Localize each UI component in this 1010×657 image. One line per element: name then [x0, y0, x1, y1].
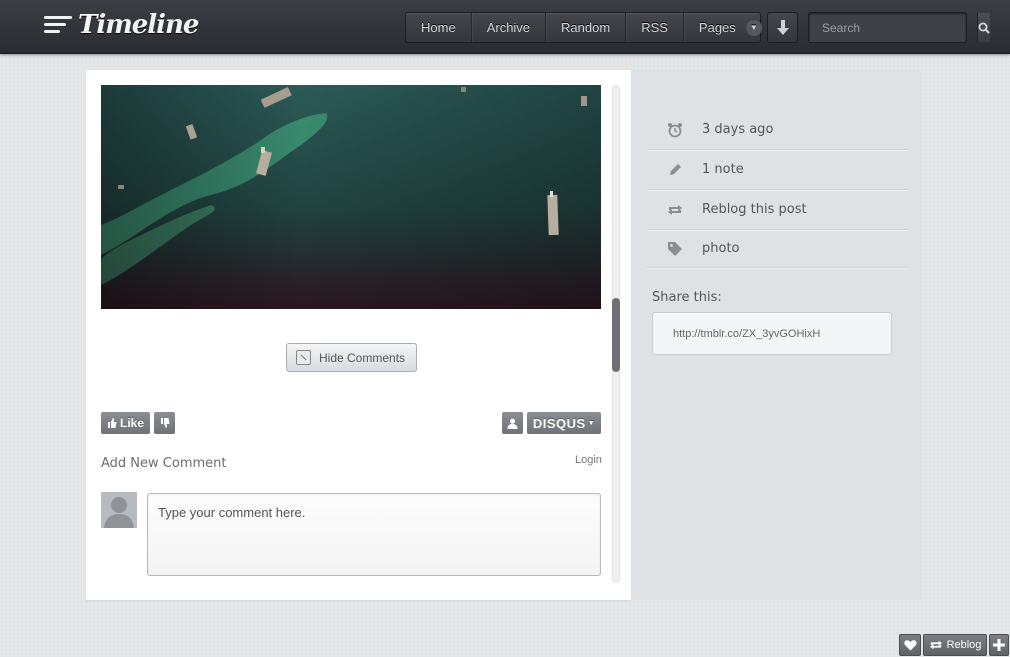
- caret-down-icon: ▼: [587, 419, 596, 427]
- tag-icon: [647, 241, 702, 257]
- nav-pages-label: Pages: [698, 20, 736, 35]
- pencil-icon: [647, 162, 702, 178]
- nav-random[interactable]: Random: [546, 13, 627, 42]
- meta-notes-text: 1 note: [702, 162, 744, 177]
- top-bar: Timeline Home Archive Random RSS Pages ▼: [0, 0, 1010, 54]
- arrow-down-icon: [776, 19, 789, 35]
- nav-home[interactable]: Home: [406, 13, 472, 42]
- site-logo[interactable]: Timeline: [44, 10, 199, 40]
- plus-icon: [993, 639, 1005, 651]
- thumbs-up-icon: [107, 418, 117, 428]
- nav-archive[interactable]: Archive: [472, 13, 547, 42]
- share-url-field[interactable]: [652, 312, 892, 355]
- nav-home-label: Home: [421, 20, 456, 35]
- main-nav: Home Archive Random RSS Pages ▼: [405, 12, 762, 43]
- search-button[interactable]: [977, 13, 990, 42]
- add-comment-heading: Add New Comment: [101, 456, 227, 471]
- post-scrollbar[interactable]: [612, 85, 620, 583]
- share-label: Share this:: [652, 290, 722, 305]
- like-button[interactable]: Like: [101, 412, 150, 434]
- logo-text: Timeline: [78, 10, 199, 40]
- nav-random-label: Random: [561, 20, 611, 35]
- heart-icon: [903, 640, 917, 651]
- tumblr-like-button[interactable]: [899, 634, 921, 656]
- reblog-icon: [647, 203, 702, 217]
- nav-pages[interactable]: Pages ▼: [684, 13, 777, 42]
- search-input[interactable]: [809, 13, 977, 42]
- logo-lines-icon: [44, 15, 72, 33]
- user-icon: [507, 418, 518, 429]
- meta-date[interactable]: 3 days ago: [647, 110, 907, 150]
- meta-date-text: 3 days ago: [702, 122, 774, 137]
- meta-reblog[interactable]: Reblog this post: [647, 190, 907, 230]
- nav-rss[interactable]: RSS: [626, 13, 684, 42]
- hide-comments-button[interactable]: Hide Comments: [286, 343, 417, 372]
- post-meta-sidebar: 3 days ago 1 note Reblog this post photo…: [631, 70, 921, 600]
- collapse-icon: [296, 350, 311, 365]
- chevron-down-icon: ▼: [745, 19, 762, 36]
- tumblr-reblog-label: Reblog: [946, 639, 982, 651]
- meta-reblog-text: Reblog this post: [702, 202, 807, 217]
- meta-tag[interactable]: photo: [647, 230, 907, 268]
- reblog-icon: [929, 640, 942, 650]
- nav-archive-label: Archive: [486, 20, 531, 35]
- tumblr-reblog-button[interactable]: Reblog: [923, 634, 987, 656]
- avatar: [101, 492, 137, 528]
- scroll-down-button[interactable]: [767, 12, 798, 43]
- thumbs-down-icon: [160, 418, 169, 428]
- alarm-clock-icon: [647, 122, 702, 138]
- hide-comments-label: Hide Comments: [319, 350, 406, 365]
- disqus-menu-button[interactable]: DISQUS ▼: [527, 412, 601, 434]
- default-avatar-icon: [101, 492, 137, 528]
- post-panel: Hide Comments Like DISQUS ▼ Add New Comm…: [86, 70, 631, 600]
- dislike-button[interactable]: [154, 412, 175, 434]
- like-label: Like: [119, 416, 144, 430]
- disqus-label: DISQUS: [532, 415, 586, 431]
- comment-input[interactable]: [147, 493, 601, 576]
- post-photo: [101, 85, 601, 309]
- meta-tag-text: photo: [702, 241, 740, 256]
- tumblr-follow-button[interactable]: [989, 634, 1009, 656]
- nav-rss-label: RSS: [641, 20, 668, 35]
- login-link[interactable]: Login: [575, 454, 602, 466]
- meta-notes[interactable]: 1 note: [647, 150, 907, 190]
- disqus-user-button[interactable]: [502, 412, 523, 434]
- scrollbar-thumb[interactable]: [612, 298, 620, 372]
- tumblr-controls: Reblog: [899, 634, 1009, 656]
- search-box: [808, 12, 990, 43]
- search-icon: [978, 22, 990, 34]
